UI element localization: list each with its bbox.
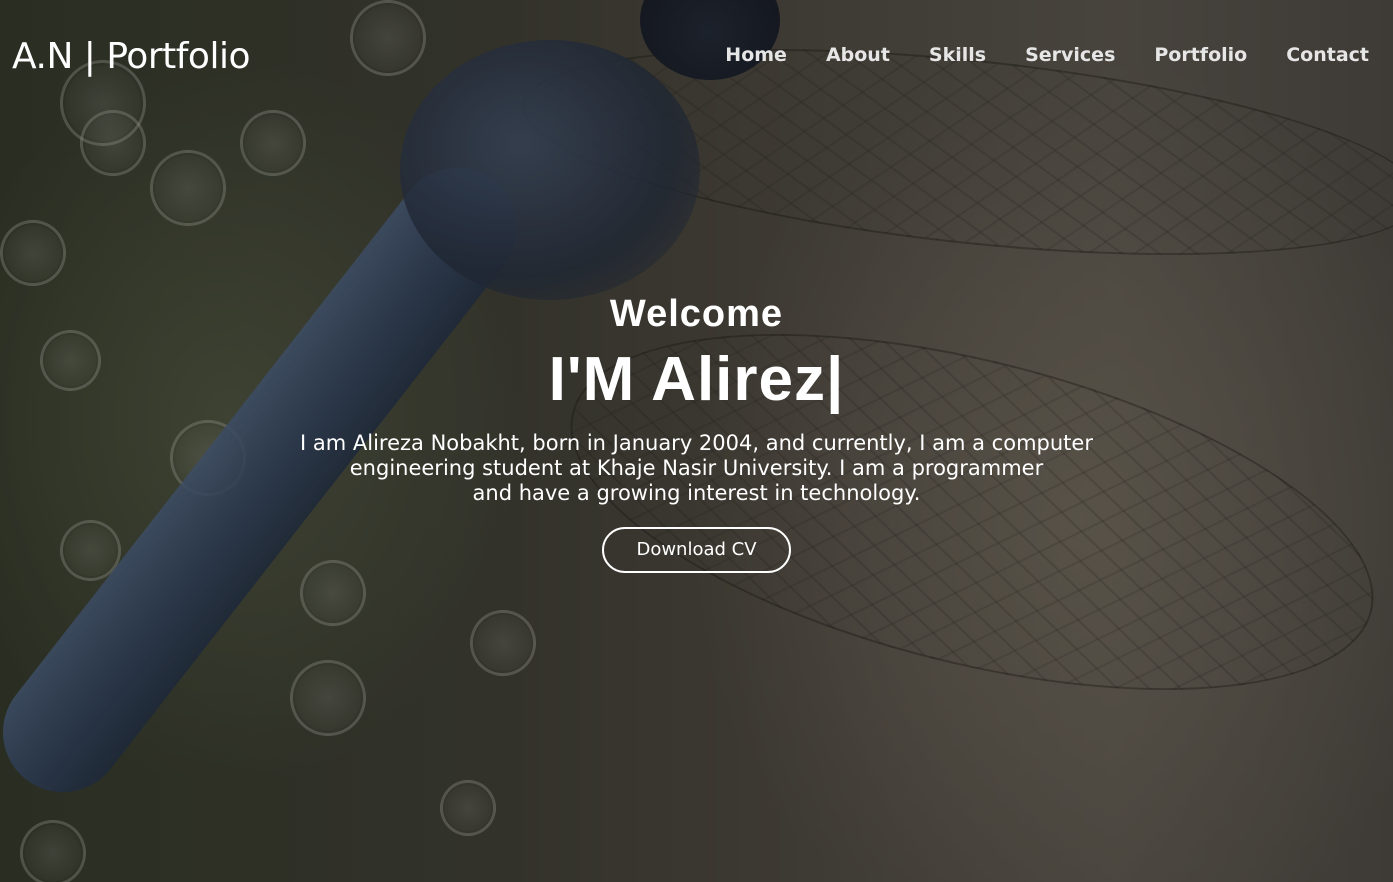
nav-link-services[interactable]: Services — [1025, 44, 1115, 66]
bio-line: I am Alireza Nobakht, born in January 20… — [300, 430, 1093, 455]
typing-headline: I'M Alirez| — [548, 344, 845, 414]
download-cv-button[interactable]: Download CV — [602, 526, 791, 573]
bio-line: engineering student at Khaje Nasir Unive… — [349, 455, 1044, 480]
nav-link-skills[interactable]: Skills — [929, 44, 986, 66]
nav-link-about[interactable]: About — [826, 44, 890, 66]
nav-link-home[interactable]: Home — [725, 44, 787, 66]
hero-content: Welcome I'M Alirez| I am Alireza Nobakht… — [0, 292, 1393, 573]
welcome-heading: Welcome — [609, 293, 784, 335]
site-logo[interactable]: A.N | Portfolio — [12, 36, 250, 77]
nav-link-portfolio[interactable]: Portfolio — [1154, 44, 1247, 66]
bio-line: and have a growing interest in technolog… — [472, 480, 921, 505]
nav-link-contact[interactable]: Contact — [1286, 44, 1369, 66]
bio-paragraph: I am Alireza Nobakht, born in January 20… — [267, 431, 1127, 506]
navbar: A.N | Portfolio Home About Skills Servic… — [0, 0, 1393, 115]
hero-section: A.N | Portfolio Home About Skills Servic… — [0, 0, 1393, 882]
nav-links: Home About Skills Services Portfolio Con… — [725, 44, 1369, 66]
